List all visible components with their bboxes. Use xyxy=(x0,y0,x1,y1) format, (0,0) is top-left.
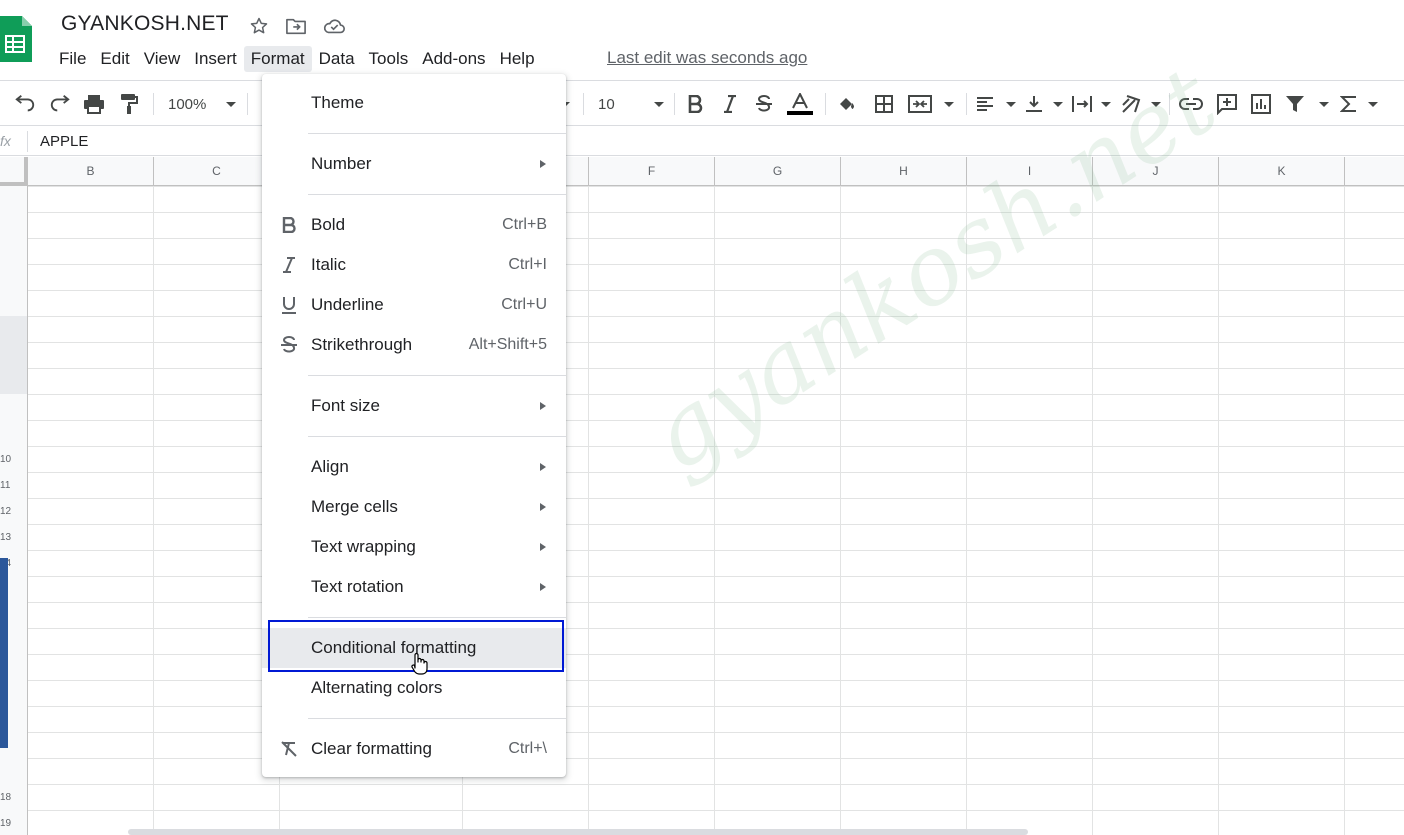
row-header[interactable]: 11 xyxy=(0,473,27,499)
chevron-down-icon xyxy=(1319,101,1329,107)
italic-icon xyxy=(279,255,299,275)
column-header-f[interactable]: F xyxy=(589,157,715,186)
clear-formatting-icon xyxy=(279,739,299,759)
insert-link-icon[interactable] xyxy=(1178,91,1204,117)
formula-bar: fx APPLE xyxy=(0,127,1404,156)
italic-icon[interactable] xyxy=(718,91,742,117)
column-header-i[interactable]: I xyxy=(967,157,1093,186)
font-size-select[interactable]: 10 xyxy=(598,91,664,117)
menu-item-font-size[interactable]: Font size xyxy=(262,387,566,425)
chevron-down-icon xyxy=(1053,101,1063,107)
fx-icon: fx xyxy=(0,133,11,149)
text-wrapping-select[interactable] xyxy=(1071,91,1111,117)
menu-tools[interactable]: Tools xyxy=(362,46,416,72)
text-rotation-select[interactable] xyxy=(1121,91,1161,117)
menu-bar: File Edit View Insert Format Data Tools … xyxy=(52,46,542,72)
filter-select[interactable] xyxy=(1285,91,1329,117)
submenu-arrow-icon xyxy=(540,160,546,168)
chevron-down-icon xyxy=(654,101,664,107)
insert-comment-icon[interactable] xyxy=(1214,91,1240,117)
chevron-down-icon xyxy=(1101,101,1111,107)
menu-item-text-wrapping[interactable]: Text wrapping xyxy=(262,528,566,566)
sheet-grid[interactable]: B C D E F G H I J K 10 11 12 13 14 18 19… xyxy=(0,157,1404,835)
vertical-align-select[interactable] xyxy=(1025,91,1063,117)
zoom-select[interactable]: 100% xyxy=(168,91,236,117)
menu-item-italic[interactable]: Italic Ctrl+I xyxy=(262,246,566,284)
sheets-logo-icon[interactable] xyxy=(0,16,32,62)
last-edit-link[interactable]: Last edit was seconds ago xyxy=(607,48,807,68)
row-header[interactable]: 19 xyxy=(0,811,27,835)
row-header[interactable]: 13 xyxy=(0,525,27,551)
menu-item-text-rotation[interactable]: Text rotation xyxy=(262,568,566,606)
merge-cells-select[interactable] xyxy=(908,91,954,117)
horizontal-align-select[interactable] xyxy=(976,91,1016,117)
bold-icon[interactable] xyxy=(683,91,707,117)
print-icon[interactable] xyxy=(81,91,107,117)
horizontal-scrollbar[interactable] xyxy=(128,829,1028,835)
row-header[interactable] xyxy=(0,368,27,394)
underline-icon xyxy=(279,295,299,315)
star-icon[interactable] xyxy=(247,14,271,38)
submenu-arrow-icon xyxy=(540,463,546,471)
zoom-value: 100% xyxy=(168,95,207,113)
menu-insert[interactable]: Insert xyxy=(187,46,244,72)
chevron-down-icon xyxy=(1151,101,1161,107)
borders-icon[interactable] xyxy=(872,91,896,117)
bold-icon xyxy=(279,215,299,235)
menu-item-number[interactable]: Number xyxy=(262,145,566,183)
menu-item-clear-formatting[interactable]: Clear formatting Ctrl+\ xyxy=(262,730,566,768)
strikethrough-icon xyxy=(279,335,299,355)
menu-add-ons[interactable]: Add-ons xyxy=(415,46,492,72)
sheets-app: GYANKOSH.NET File Edit View Insert Forma… xyxy=(0,0,1404,835)
redo-icon[interactable] xyxy=(47,91,73,117)
undo-icon[interactable] xyxy=(12,91,38,117)
insert-chart-icon[interactable] xyxy=(1248,91,1274,117)
chevron-down-icon xyxy=(1368,101,1378,107)
chevron-down-icon xyxy=(944,101,954,107)
hand-pointer-icon xyxy=(410,652,428,676)
menu-edit[interactable]: Edit xyxy=(93,46,136,72)
column-header-h[interactable]: H xyxy=(841,157,967,186)
menu-item-align[interactable]: Align xyxy=(262,448,566,486)
fill-color-icon[interactable] xyxy=(835,91,859,117)
row-header[interactable] xyxy=(0,342,27,368)
menu-file[interactable]: File xyxy=(52,46,93,72)
submenu-arrow-icon xyxy=(540,402,546,410)
submenu-arrow-icon xyxy=(540,503,546,511)
column-header-b[interactable]: B xyxy=(28,157,154,186)
submenu-arrow-icon xyxy=(540,543,546,551)
font-size-value: 10 xyxy=(598,95,615,113)
column-header-j[interactable]: J xyxy=(1093,157,1219,186)
select-all-corner[interactable] xyxy=(0,157,28,186)
cloud-saved-icon[interactable] xyxy=(322,14,346,38)
paint-format-icon[interactable] xyxy=(116,91,142,117)
menu-item-merge-cells[interactable]: Merge cells xyxy=(262,488,566,526)
menu-format[interactable]: Format xyxy=(243,46,312,72)
menu-view[interactable]: View xyxy=(137,46,188,72)
column-header-g[interactable]: G xyxy=(715,157,841,186)
column-header-bar: B C D E F G H I J K xyxy=(0,157,1404,186)
formula-input[interactable]: APPLE xyxy=(40,133,88,150)
toolbar: 100% 10 xyxy=(0,80,1404,126)
side-panel-strip xyxy=(0,558,8,748)
menu-item-theme[interactable]: Theme xyxy=(262,84,566,122)
menu-item-bold[interactable]: Bold Ctrl+B xyxy=(262,206,566,244)
menu-help[interactable]: Help xyxy=(493,46,542,72)
submenu-arrow-icon xyxy=(540,583,546,591)
strikethrough-icon[interactable] xyxy=(752,91,776,117)
column-header-k[interactable]: K xyxy=(1219,157,1345,186)
move-folder-icon[interactable] xyxy=(284,14,308,38)
row-header[interactable]: 10 xyxy=(0,447,27,473)
chevron-down-icon xyxy=(1006,101,1016,107)
document-title[interactable]: GYANKOSH.NET xyxy=(61,12,229,36)
text-color-icon[interactable] xyxy=(786,91,814,117)
functions-select[interactable] xyxy=(1340,91,1378,117)
menu-item-strikethrough[interactable]: Strikethrough Alt+Shift+5 xyxy=(262,326,566,364)
row-header[interactable]: 18 xyxy=(0,785,27,811)
chevron-down-icon xyxy=(226,101,236,107)
row-header[interactable]: 12 xyxy=(0,499,27,525)
menu-data[interactable]: Data xyxy=(312,46,362,72)
menu-item-underline[interactable]: Underline Ctrl+U xyxy=(262,286,566,324)
row-header[interactable] xyxy=(0,316,27,342)
